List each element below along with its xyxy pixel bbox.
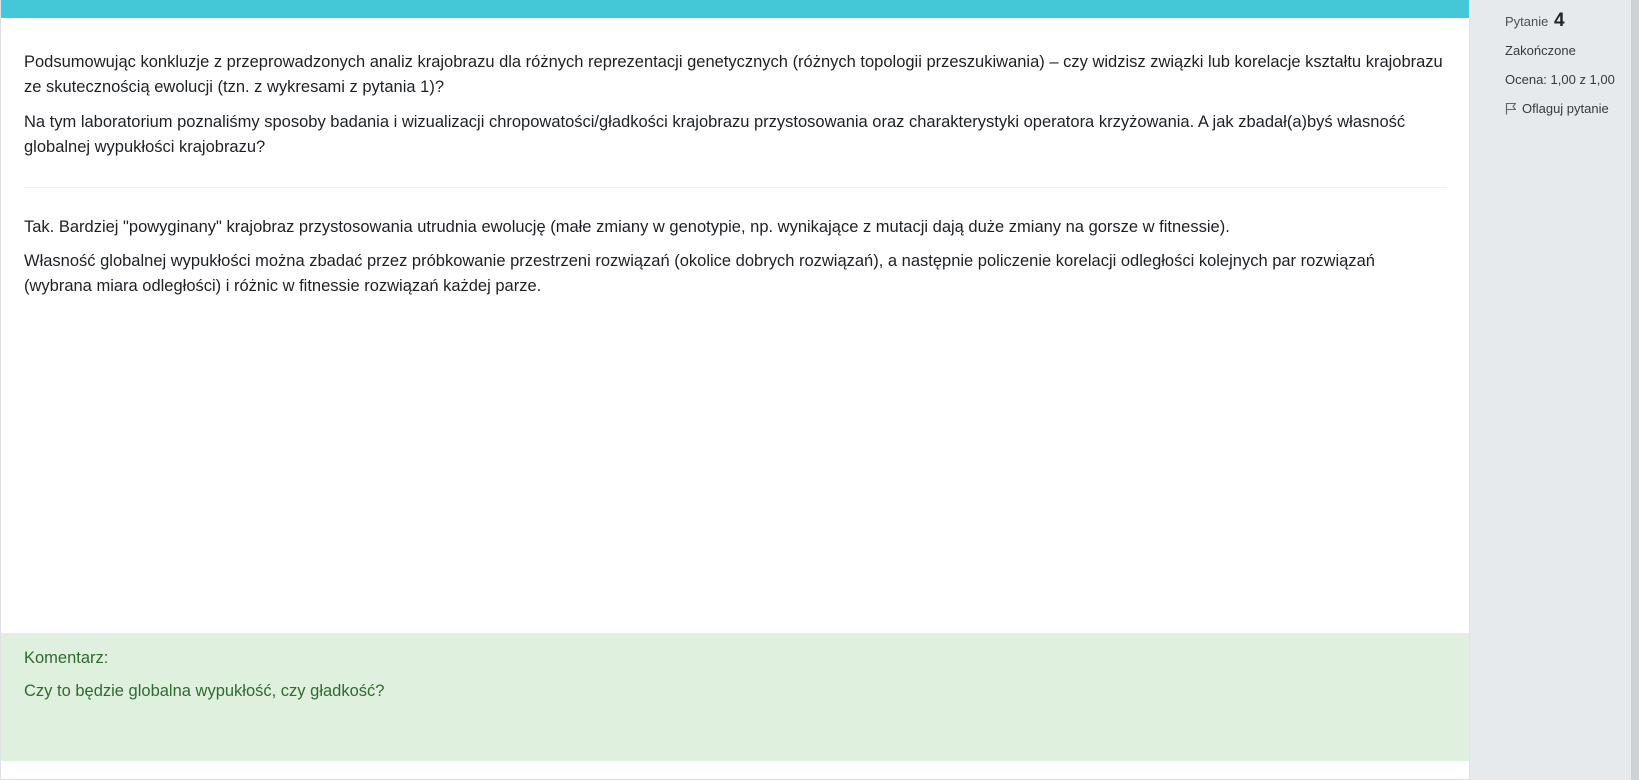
question-state: Zakończone <box>1505 43 1576 58</box>
question-paragraph-2: Na tym laboratorium poznaliśmy sposoby b… <box>24 113 1406 156</box>
scrollbar[interactable] <box>1631 0 1639 780</box>
flag-question-button[interactable]: Oflaguj pytanie <box>1505 101 1609 116</box>
feedback-comment-box: Komentarz: Czy to będzie globalna wypukł… <box>1 633 1470 761</box>
divider <box>24 187 1447 188</box>
question-number-label: Pytanie <box>1505 14 1549 29</box>
question-text: Podsumowując konkluzje z przeprowadzonyc… <box>24 50 1444 170</box>
comment-text: Czy to będzie globalna wypukłość, czy gł… <box>24 682 385 700</box>
comment-label: Komentarz: <box>24 649 109 667</box>
question-number-value: 4 <box>1554 10 1565 31</box>
question-number: Pytanie 4 <box>1505 10 1565 32</box>
question-info-sidebar: Pytanie 4 Zakończone Ocena: 1,00 z 1,00 … <box>1469 0 1631 780</box>
question-content-panel: Podsumowując konkluzje z przeprowadzonyc… <box>0 0 1470 780</box>
answer-text: Tak. Bardziej "powyginany" krajobraz prz… <box>24 215 1444 308</box>
answer-paragraph-1: Tak. Bardziej "powyginany" krajobraz prz… <box>24 218 1230 236</box>
quiz-review-page: Podsumowując konkluzje z przeprowadzonyc… <box>0 0 1639 780</box>
accent-bar <box>1 0 1470 18</box>
question-grade: Ocena: 1,00 z 1,00 <box>1505 72 1615 87</box>
answer-paragraph-2: Własność globalnej wypukłości można zbad… <box>24 252 1375 295</box>
flag-question-label: Oflaguj pytanie <box>1522 101 1609 116</box>
flag-icon <box>1505 102 1517 115</box>
question-paragraph-1: Podsumowując konkluzje z przeprowadzonyc… <box>24 53 1443 96</box>
